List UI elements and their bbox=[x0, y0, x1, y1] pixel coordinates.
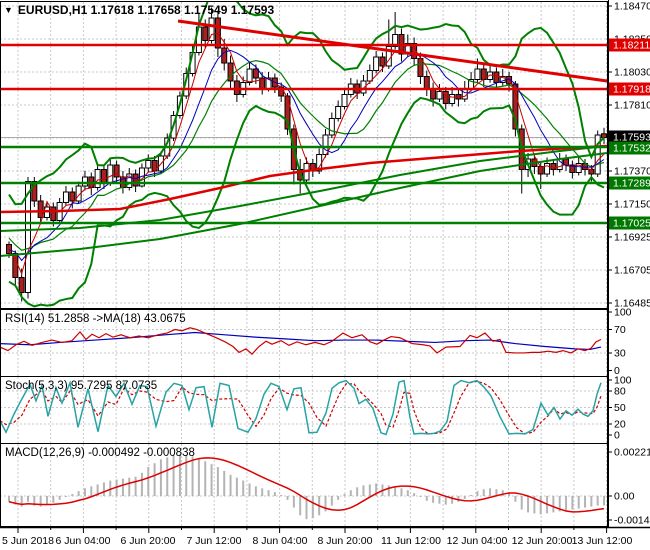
svg-text:12 Jun 20:00: 12 Jun 20:00 bbox=[512, 535, 573, 547]
svg-text:6 Jun 20:00: 6 Jun 20:00 bbox=[121, 535, 176, 547]
price-badge-resistance: 1.18211 bbox=[609, 38, 650, 52]
svg-text:70: 70 bbox=[614, 324, 626, 336]
svg-text:12 Jun 04:00: 12 Jun 04:00 bbox=[447, 535, 508, 547]
svg-text:1.17532: 1.17532 bbox=[613, 143, 650, 155]
svg-text:8 Jun 20:00: 8 Jun 20:00 bbox=[318, 535, 373, 547]
svg-text:80: 80 bbox=[614, 386, 626, 398]
svg-text:1.18211: 1.18211 bbox=[613, 40, 650, 52]
svg-text:30: 30 bbox=[614, 348, 626, 360]
svg-text:1.17918: 1.17918 bbox=[613, 84, 650, 96]
svg-text:7 Jun 12:00: 7 Jun 12:00 bbox=[187, 535, 242, 547]
price-badge-resistance: 1.17918 bbox=[609, 82, 650, 96]
svg-text:0: 0 bbox=[614, 430, 620, 442]
svg-text:1.17289: 1.17289 bbox=[613, 178, 650, 190]
trading-terminal-chart-window: 1.184701.182501.180301.178101.173701.171… bbox=[0, 0, 650, 550]
chart-canvas[interactable]: 1.184701.182501.180301.178101.173701.171… bbox=[0, 0, 650, 550]
svg-text:1.18470: 1.18470 bbox=[614, 1, 650, 13]
svg-text:1.17810: 1.17810 bbox=[614, 100, 650, 112]
price-badge-support: 1.17289 bbox=[609, 176, 650, 190]
svg-text:1.17370: 1.17370 bbox=[614, 166, 650, 178]
svg-text:8 Jun 04:00: 8 Jun 04:00 bbox=[253, 535, 308, 547]
svg-text:13 Jun 12:00: 13 Jun 12:00 bbox=[572, 535, 633, 547]
svg-text:5 Jun 2018: 5 Jun 2018 bbox=[2, 535, 54, 547]
svg-text:6 Jun 04:00: 6 Jun 04:00 bbox=[56, 535, 111, 547]
svg-text:1.18030: 1.18030 bbox=[614, 67, 650, 79]
svg-text:11 Jun 12:00: 11 Jun 12:00 bbox=[381, 535, 441, 547]
svg-text:100: 100 bbox=[614, 307, 632, 319]
svg-text:0.002213: 0.002213 bbox=[614, 447, 650, 459]
svg-text:1.16705: 1.16705 bbox=[614, 265, 650, 277]
svg-text:-0.001406: -0.001406 bbox=[614, 515, 650, 527]
svg-text:1.16925: 1.16925 bbox=[614, 232, 650, 244]
svg-text:1.17025: 1.17025 bbox=[613, 218, 650, 230]
svg-text:0.00: 0.00 bbox=[614, 491, 635, 503]
svg-text:1.17150: 1.17150 bbox=[614, 199, 650, 211]
svg-text:50: 50 bbox=[614, 402, 626, 414]
price-badge-support: 1.17532 bbox=[609, 141, 650, 155]
price-badge-support: 1.17025 bbox=[609, 216, 650, 230]
